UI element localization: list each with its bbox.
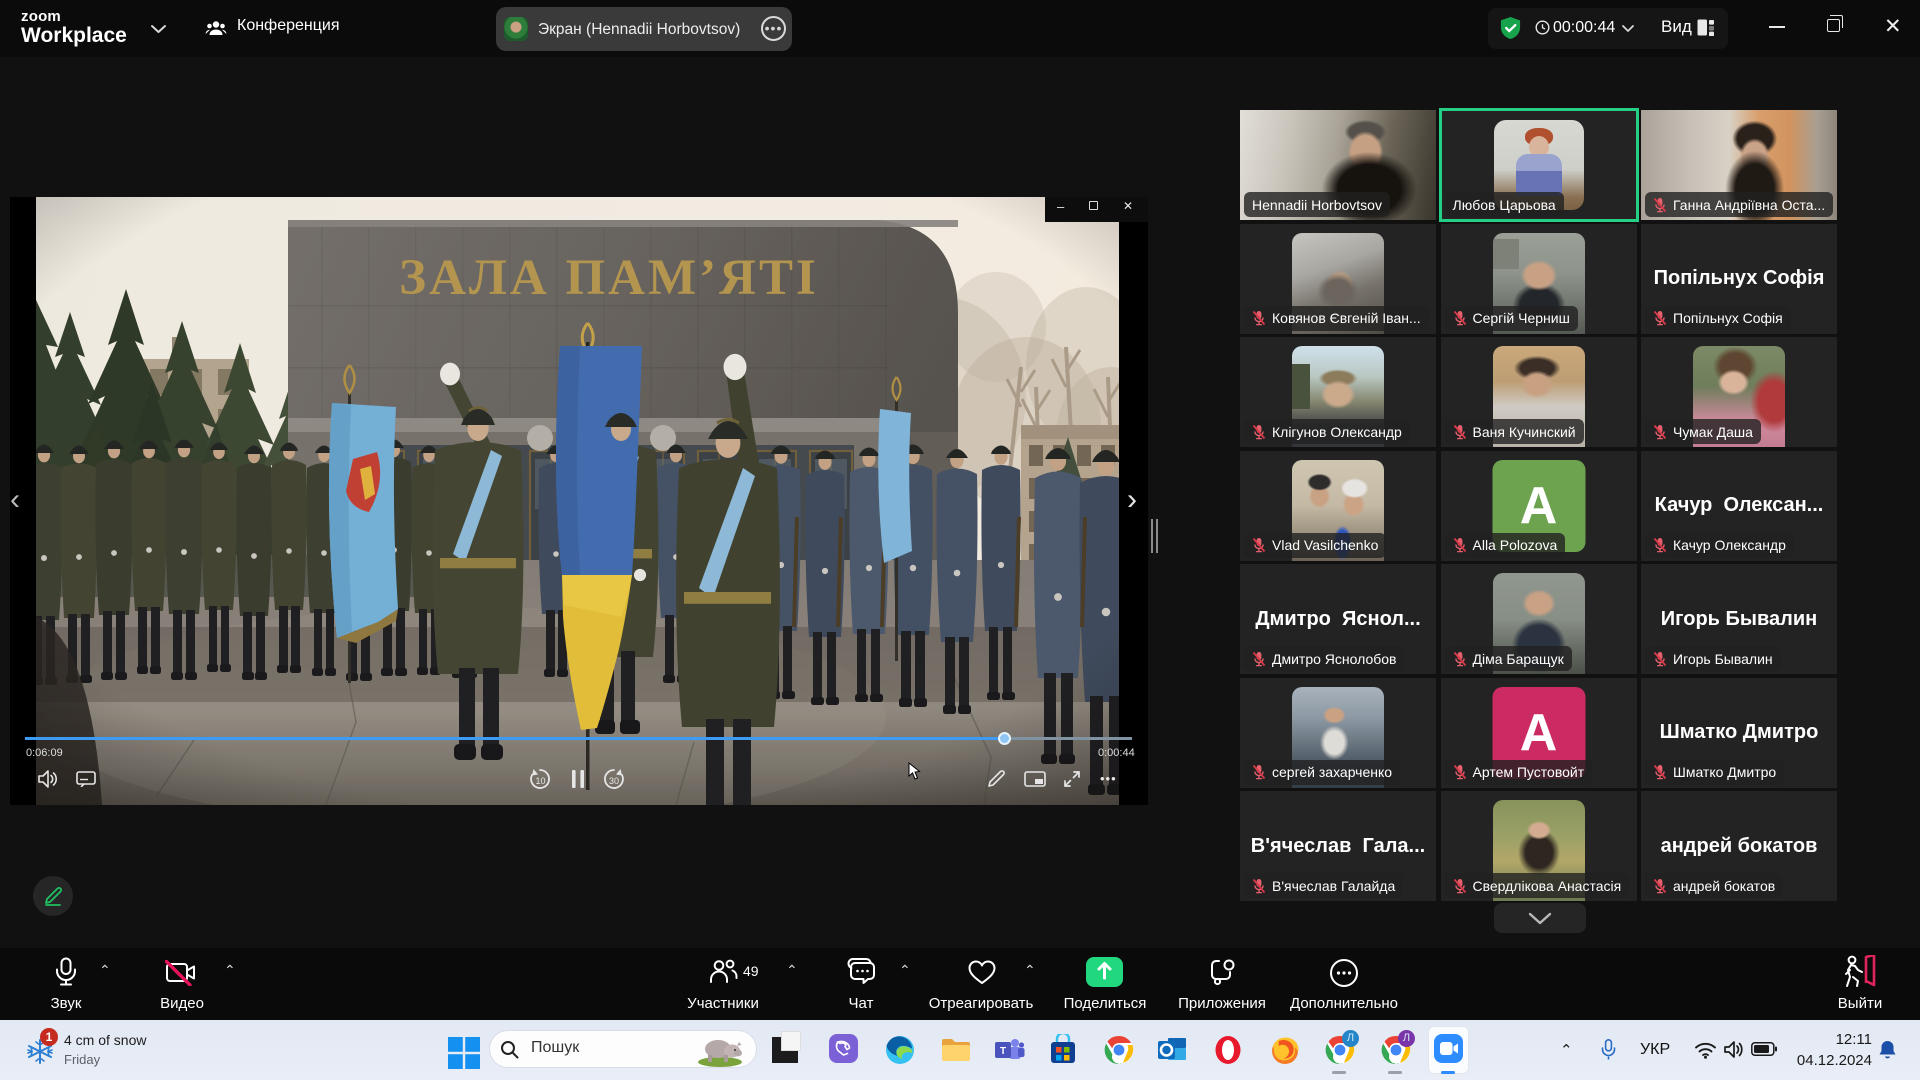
- svg-text:30: 30: [609, 776, 619, 786]
- svg-text:10: 10: [535, 776, 545, 786]
- svg-text:T: T: [1000, 1046, 1006, 1057]
